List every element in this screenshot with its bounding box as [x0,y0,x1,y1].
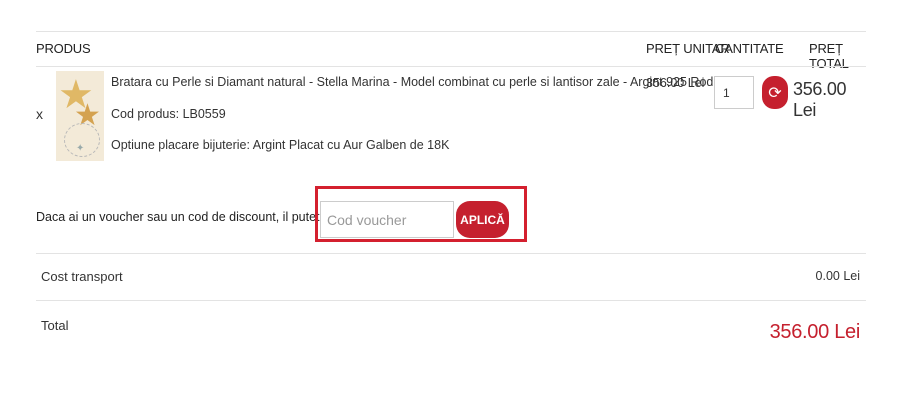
cart-table: PRODUS PREȚ UNITAR CANTITATE PREȚ TOTAL … [36,0,866,405]
divider [36,31,866,32]
divider [36,66,866,67]
item-total-price: 356.00 Lei [793,79,847,120]
diamond-icon: ✦ [76,143,85,154]
refresh-icon: ⟳ [768,84,782,102]
divider [36,300,866,301]
product-name-link[interactable]: Bratara cu Perle si Diamant natural - St… [111,75,727,89]
unit-price: 356.00 Lei [646,76,705,90]
grand-total: 356.00 Lei [769,321,861,343]
product-code: Cod produs: LB0559 [111,107,226,121]
shipping-value: 0.00 Lei [815,269,860,283]
apply-voucher-button[interactable]: APLICĂ [456,201,509,238]
product-thumbnail[interactable]: ★ ★ ✦ [56,71,104,161]
quantity-input[interactable] [714,76,754,109]
shipping-label: Cost transport [41,269,123,284]
header-product: PRODUS [36,41,91,56]
voucher-code-input[interactable] [320,201,454,238]
product-option: Optiune placare bijuterie: Argint Placat… [111,138,450,152]
header-quantity: CANTITATE [715,41,784,56]
remove-item-button[interactable]: x [36,106,43,122]
total-label: Total [41,318,69,333]
divider [36,253,866,254]
update-quantity-button[interactable]: ⟳ [762,76,788,109]
